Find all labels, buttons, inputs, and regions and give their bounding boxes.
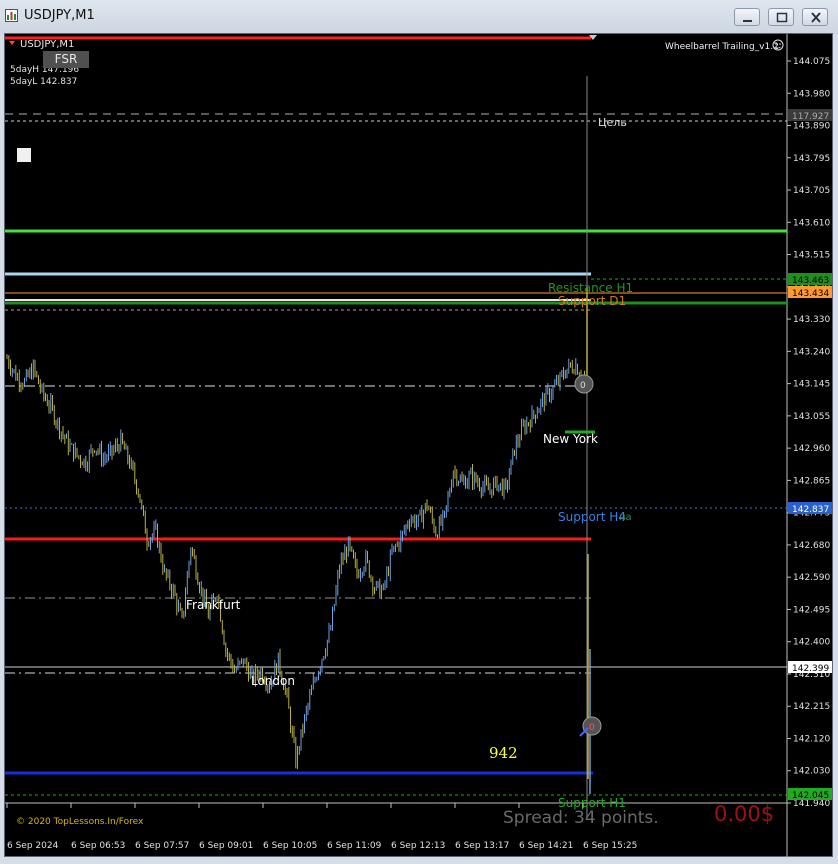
current-price-tag-text: 142.399 bbox=[792, 664, 829, 674]
price-tick-label: 142.030 bbox=[793, 767, 830, 777]
spread-text: Spread: 34 points. bbox=[503, 808, 659, 828]
minimize-button[interactable] bbox=[734, 8, 760, 26]
smiley-eye-right bbox=[779, 43, 781, 45]
time-tick-label: 6 Sep 11:09 bbox=[327, 841, 382, 851]
price-axis: 144.075 143.980 143.890 143.795 143.705 143.6… bbox=[787, 57, 830, 809]
close-icon bbox=[811, 12, 821, 23]
time-tick-label: 6 Sep 15:25 bbox=[583, 841, 637, 851]
resistance-price-tag-text: 143.463 bbox=[792, 276, 829, 286]
price-tick-label: 143.515 bbox=[793, 251, 830, 261]
session-london: London bbox=[251, 674, 295, 688]
window-title: USDJPY,M1 bbox=[24, 8, 95, 23]
resistance-h1-label: Resistance H1 bbox=[548, 281, 633, 295]
price-tick-label: 142.865 bbox=[793, 476, 830, 486]
profit-text: 0.00$ bbox=[714, 802, 774, 826]
session-frankfurt: Frankfurt bbox=[186, 598, 241, 612]
time-tick-label: 6 Sep 07:57 bbox=[135, 841, 189, 851]
smiley-eye-left bbox=[775, 43, 777, 45]
fsr-button[interactable]: FSR bbox=[43, 51, 89, 68]
price-tick-label: 143.795 bbox=[793, 154, 830, 164]
support-d1-label: Support D1 bbox=[558, 294, 626, 308]
price-tick-label: 142.400 bbox=[793, 638, 830, 648]
price-tick-label: 143.980 bbox=[793, 89, 830, 99]
toggle-checkbox[interactable] bbox=[17, 148, 31, 162]
session-new-york: New York bbox=[543, 432, 598, 446]
time-tick-label: 6 Sep 13:17 bbox=[455, 841, 509, 851]
indicator-name: Wheelbarrel Trailing_v1.2 bbox=[665, 42, 779, 52]
price-tick-label: 143.890 bbox=[793, 122, 830, 132]
time-tick-label: 6 Sep 12:13 bbox=[391, 841, 445, 851]
five-day-low: 5dayL 142.837 bbox=[10, 77, 77, 87]
price-tick-label: 142.590 bbox=[793, 573, 830, 583]
price-tick-label: 143.705 bbox=[793, 186, 830, 196]
orange-price-tag-text: 143.434 bbox=[792, 289, 829, 299]
price-tick-label: 143.145 bbox=[793, 380, 830, 390]
price-tick-label: 143.330 bbox=[793, 315, 830, 325]
position-marker-upper-label: 0 bbox=[580, 381, 586, 391]
support-price-tag-text: 142.045 bbox=[792, 791, 829, 801]
price-chart[interactable]: 0 0 USDJPY,M1 5dayH 147.196 5dayL 142.83… bbox=[5, 34, 834, 858]
price-tick-label: 142.680 bbox=[793, 541, 830, 551]
time-tick-label: 6 Sep 06:53 bbox=[71, 841, 125, 851]
price-tick-label: 142.120 bbox=[793, 734, 830, 744]
time-tick-label: 6 Sep 2024 bbox=[7, 841, 59, 851]
price-tick-label: 143.055 bbox=[793, 412, 830, 422]
chart-window-icon bbox=[5, 9, 18, 22]
title-bar: USDJPY,M1 bbox=[0, 0, 838, 34]
price-tick-label: 142.495 bbox=[793, 605, 830, 615]
minimize-icon bbox=[743, 20, 752, 22]
price-tick-label: 142.960 bbox=[793, 444, 830, 454]
time-tick-label: 6 Sep 09:01 bbox=[199, 841, 253, 851]
target-label: Цель bbox=[598, 116, 627, 129]
price-tick-label: 142.215 bbox=[793, 702, 830, 712]
position-marker-lower-label: 0 bbox=[589, 723, 595, 733]
close-button[interactable] bbox=[802, 8, 828, 26]
price-tick-label: 144.075 bbox=[793, 57, 830, 67]
chart-area[interactable]: 0 0 USDJPY,M1 5dayH 147.196 5dayL 142.83… bbox=[4, 33, 834, 858]
chart-window: USDJPY,M1 0 0 USDJPY,M1 5dayH 147.196 5d… bbox=[0, 0, 838, 864]
target-price-tag-text: 117.927 bbox=[792, 112, 829, 122]
price-tick-label: 143.240 bbox=[793, 347, 830, 357]
restore-icon bbox=[776, 12, 788, 23]
price-tick-label: 143.610 bbox=[793, 218, 830, 228]
counter-value: 942 bbox=[489, 744, 518, 762]
support-h4-label: Support H4 bbox=[558, 510, 626, 524]
time-tick-label: 6 Sep 14:21 bbox=[519, 841, 573, 851]
copyright-text: © 2020 TopLessons.In/Forex bbox=[16, 817, 144, 827]
time-tick-label: 6 Sep 10:05 bbox=[263, 841, 317, 851]
chart-symbol-label: USDJPY,M1 bbox=[20, 39, 74, 50]
collapse-triangle-icon[interactable] bbox=[9, 41, 15, 45]
support-h4-suffix: на bbox=[619, 512, 632, 523]
restore-button[interactable] bbox=[768, 8, 794, 26]
low5-price-tag-text: 142.837 bbox=[792, 505, 829, 515]
candlestick-series bbox=[6, 354, 585, 770]
